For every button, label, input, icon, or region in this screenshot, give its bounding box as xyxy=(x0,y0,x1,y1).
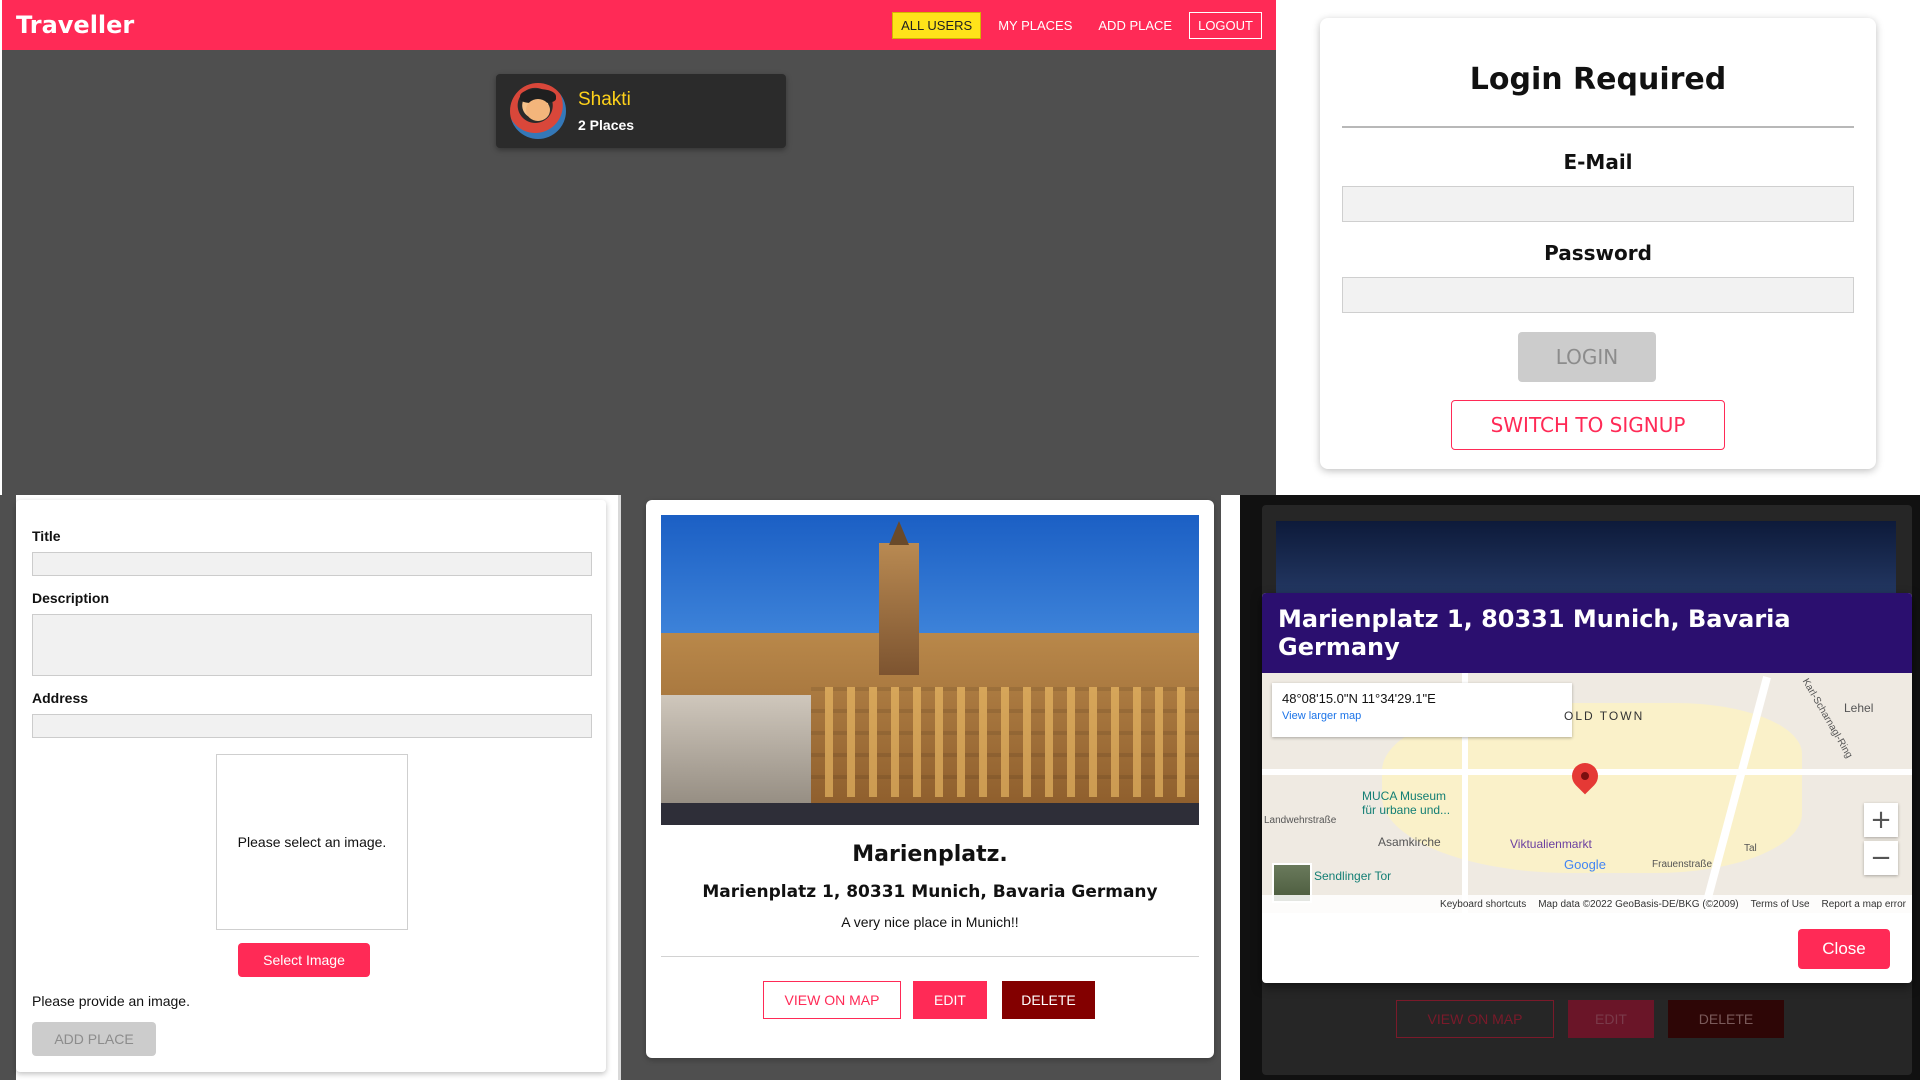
map-label: MUCA Museum xyxy=(1362,789,1447,803)
select-image-button[interactable]: Select Image xyxy=(238,943,370,977)
map-label: OLD TOWN xyxy=(1564,709,1645,723)
place-card: Marienplatz. Marienplatz 1, 80331 Munich… xyxy=(646,500,1214,1058)
map-info-window: 48°08'15.0"N 11°34'29.1"E View larger ma… xyxy=(1272,683,1572,737)
user-places-count: 2 Places xyxy=(578,117,635,133)
nav-add-place[interactable]: ADD PLACE xyxy=(1089,12,1181,39)
page-background xyxy=(0,495,16,1080)
map-label: Tal xyxy=(1744,843,1757,854)
close-button[interactable]: Close xyxy=(1798,929,1890,969)
description-textarea[interactable] xyxy=(32,614,592,676)
title-label: Title xyxy=(32,528,61,544)
view-larger-map-link[interactable]: View larger map xyxy=(1282,710,1562,722)
map-label: für urbane und... xyxy=(1362,803,1451,817)
zoom-in-icon[interactable]: + xyxy=(1864,803,1898,837)
login-card: Login Required E-Mail Password LOGIN SWI… xyxy=(1320,18,1876,469)
view-on-map-button: VIEW ON MAP xyxy=(1396,1000,1554,1038)
place-image xyxy=(1276,521,1896,601)
login-button[interactable]: LOGIN xyxy=(1518,332,1656,382)
keyboard-shortcuts-link[interactable]: Keyboard shortcuts xyxy=(1440,899,1526,910)
nav-my-places[interactable]: MY PLACES xyxy=(989,12,1081,39)
map-modal: Marienplatz 1, 80331 Munich, Bavaria Ger… xyxy=(1262,593,1912,983)
image-error-message: Please provide an image. xyxy=(32,993,190,1009)
add-place-button[interactable]: ADD PLACE xyxy=(32,1022,156,1056)
user-name: Shakti xyxy=(578,89,631,110)
map-coordinates: 48°08'15.0"N 11°34'29.1"E xyxy=(1282,691,1436,706)
map-label: Viktualienmarkt xyxy=(1510,837,1592,851)
delete-button[interactable]: DELETE xyxy=(1002,981,1095,1019)
user-info: Shakti 2 Places xyxy=(578,89,634,133)
address-label: Address xyxy=(32,690,89,706)
login-title: Login Required xyxy=(1469,62,1727,97)
map-label: Asamkirche xyxy=(1378,835,1441,849)
divider xyxy=(1342,126,1854,128)
page-background xyxy=(621,495,641,1080)
terms-link[interactable]: Terms of Use xyxy=(1751,899,1810,910)
users-page: Traveller ALL USERS MY PLACES ADD PLACE … xyxy=(2,0,1276,495)
divider xyxy=(661,956,1199,957)
report-error-link[interactable]: Report a map error xyxy=(1822,899,1906,910)
email-field[interactable] xyxy=(1342,186,1854,222)
zoom-out-icon[interactable]: − xyxy=(1864,841,1898,875)
avatar xyxy=(510,83,566,139)
map-label: Lehel xyxy=(1844,701,1874,715)
place-address: Marienplatz 1, 80331 Munich, Bavaria Ger… xyxy=(702,882,1158,902)
google-logo: Google xyxy=(1564,857,1606,872)
google-map[interactable]: 48°08'15.0"N 11°34'29.1"E View larger ma… xyxy=(1262,673,1912,913)
description-label: Description xyxy=(32,590,110,606)
map-label: Karl-Scharnagl-Ring xyxy=(1799,676,1855,761)
user-card[interactable]: Shakti 2 Places xyxy=(496,74,786,148)
place-title: Marienplatz. xyxy=(852,842,1008,867)
brand-logo[interactable]: Traveller xyxy=(16,11,134,39)
password-label: Password xyxy=(1544,241,1652,265)
image-preview: Please select an image. xyxy=(216,754,408,930)
edit-button: EDIT xyxy=(1568,1000,1654,1038)
place-description: A very nice place in Munich!! xyxy=(841,914,1019,930)
map-label: Sendlinger Tor xyxy=(1314,869,1392,883)
nav-all-users[interactable]: ALL USERS xyxy=(892,11,982,39)
delete-button: DELETE xyxy=(1668,1000,1784,1038)
map-data-attribution: Map data ©2022 GeoBasis-DE/BKG (©2009) xyxy=(1538,898,1739,910)
view-on-map-button[interactable]: VIEW ON MAP xyxy=(763,981,901,1019)
nav-links: ALL USERS MY PLACES ADD PLACE LOGOUT xyxy=(892,11,1262,39)
address-input[interactable] xyxy=(32,714,592,738)
map-footer: Keyboard shortcuts Map data ©2022 GeoBas… xyxy=(1262,895,1912,913)
map-label: Frauenstraße xyxy=(1652,859,1713,870)
edit-button[interactable]: EDIT xyxy=(913,981,987,1019)
modal-header: Marienplatz 1, 80331 Munich, Bavaria Ger… xyxy=(1262,593,1912,673)
switch-to-signup-button[interactable]: SWITCH TO SIGNUP xyxy=(1451,400,1725,450)
new-place-form: Title Description Address Please select … xyxy=(16,500,606,1072)
password-field[interactable] xyxy=(1342,277,1854,313)
map-label: Landwehrstraße xyxy=(1264,815,1337,826)
main-navbar: Traveller ALL USERS MY PLACES ADD PLACE … xyxy=(2,0,1276,50)
title-input[interactable] xyxy=(32,552,592,576)
place-image xyxy=(661,515,1199,825)
email-label: E-Mail xyxy=(1563,150,1633,174)
nav-logout-button[interactable]: LOGOUT xyxy=(1189,11,1262,39)
